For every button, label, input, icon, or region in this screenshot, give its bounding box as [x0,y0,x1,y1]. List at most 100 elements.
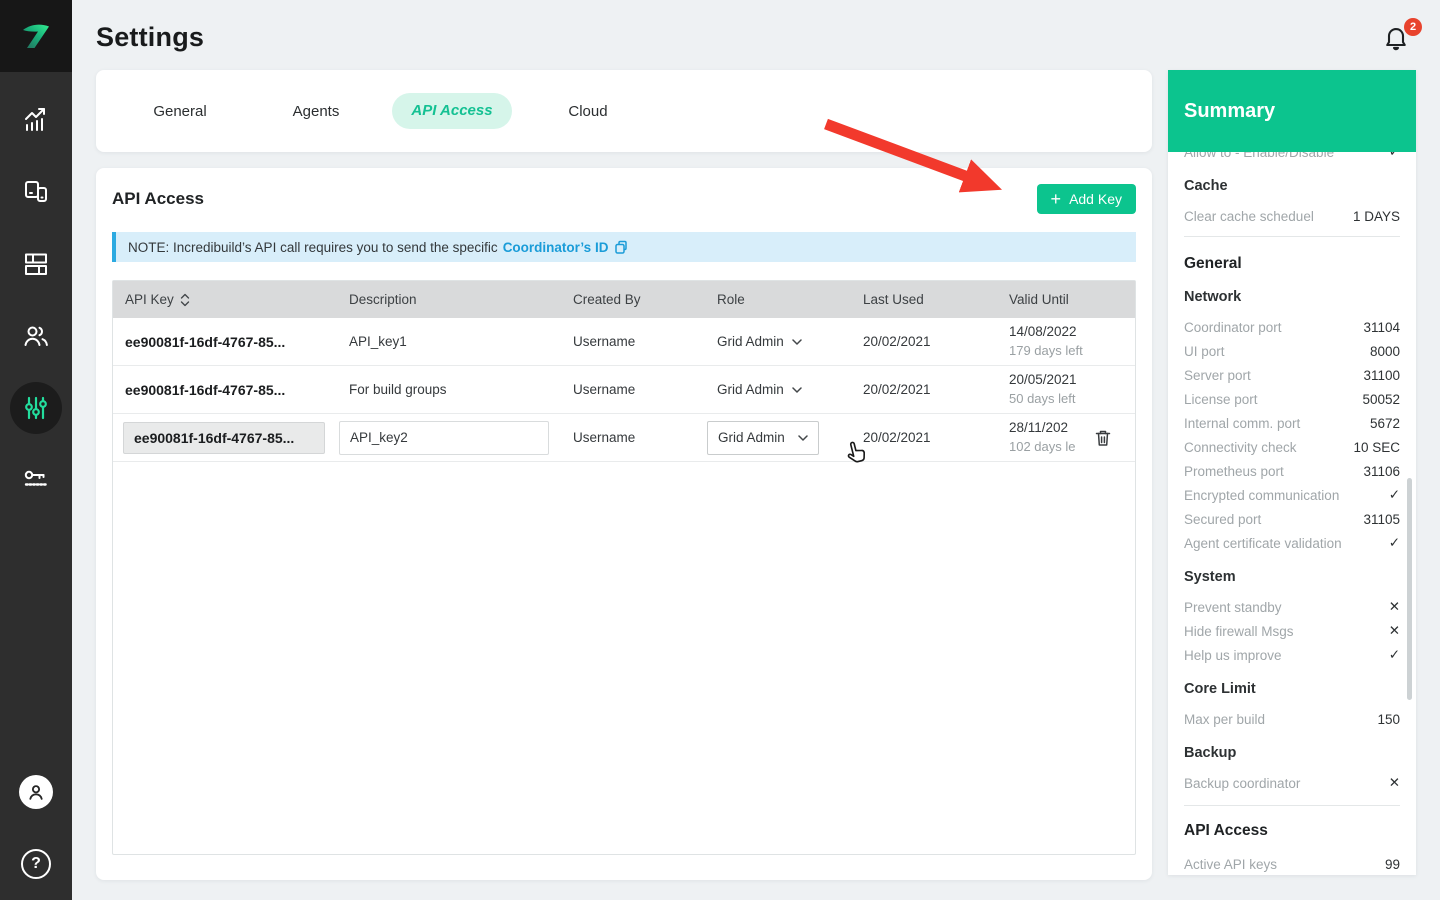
col-header-api-key: API Key [125,292,174,307]
coordinator-id-link[interactable]: Coordinator’s ID [503,240,609,255]
days-left: 50 days left [1009,390,1123,409]
summary-row: UI port8000 [1168,339,1416,363]
summary-row: Server port31100 [1168,363,1416,387]
sidebar-item-profile[interactable] [0,756,72,828]
summary-section-system: System [1168,569,1416,585]
cross-icon: ✕ [1389,775,1400,791]
role-dropdown[interactable]: Grid Admin [717,382,863,397]
chevron-down-icon [792,339,802,345]
cross-icon: ✕ [1389,623,1400,639]
col-header-valid-until: Valid Until [1009,292,1123,307]
add-key-button[interactable]: + Add Key [1037,184,1136,214]
last-used-value: 20/02/2021 [863,334,1009,349]
last-used-value: 20/02/2021 [863,382,1009,397]
chevron-down-icon [792,387,802,393]
sidebar-item-agents[interactable] [0,156,72,228]
page-title: Settings [96,22,204,53]
note-banner: NOTE: Incredibuild’s API call requires y… [112,232,1136,262]
last-used-value: 20/02/2021 [863,430,1009,445]
plus-icon: + [1051,190,1062,208]
summary-row: Agent certificate validation✓ [1168,531,1416,555]
sidebar-item-settings[interactable] [0,372,72,444]
divider [1184,236,1400,237]
table-row-editing: ee90081f-16df-4767-85... Username Grid A… [113,414,1135,462]
settings-sliders-icon [22,394,50,422]
check-icon: ✓ [1389,647,1400,663]
sidebar-item-analytics[interactable] [0,84,72,156]
summary-section-network: Network [1168,289,1416,305]
summary-row: Prevent standby✕ [1168,595,1416,619]
trash-icon [1093,428,1113,448]
valid-until-cell: 14/08/2022 179 days left [1009,322,1123,360]
summary-row: Hide firewall Msgs✕ [1168,619,1416,643]
summary-title: Summary [1184,100,1275,123]
description-value: For build groups [349,382,573,397]
sidebar-item-help[interactable] [0,828,72,900]
col-header-created-by: Created By [573,292,717,307]
summary-row: Connectivity check10 SEC [1168,435,1416,459]
cross-icon: ✕ [1389,599,1400,615]
valid-until-cell: 20/05/2021 50 days left [1009,370,1123,408]
table-header-row: API Key Description Created By Role Last… [113,281,1135,318]
user-avatar-icon [19,775,53,809]
scrolled-summary-row: Allow to - Enable/Disable ✓ [1168,152,1416,164]
sidebar-item-users[interactable] [0,300,72,372]
summary-section-api-access: API Access [1168,822,1416,840]
check-icon: ✓ [1389,535,1400,551]
tab-api-access[interactable]: API Access [392,93,512,129]
divider [1184,805,1400,806]
summary-row: Help us improve✓ [1168,643,1416,667]
table-row: ee90081f-16df-4767-85... For build group… [113,366,1135,414]
copy-icon[interactable] [613,239,629,255]
days-left: 179 days left [1009,342,1123,361]
summary-row: Clear cache scheduel 1 DAYS [1168,204,1416,228]
description-input[interactable] [339,421,549,455]
sidebar-item-projects[interactable] [0,228,72,300]
sort-icon[interactable] [180,293,190,307]
summary-header: Summary [1168,70,1416,152]
sidebar-item-license[interactable] [0,444,72,516]
role-dropdown[interactable]: Grid Admin [717,334,863,349]
users-icon [22,322,50,350]
sidebar-footer [0,756,72,900]
summary-row: Encrypted communication✓ [1168,483,1416,507]
summary-section-general: General [1168,255,1416,273]
summary-section-core-limit: Core Limit [1168,681,1416,697]
table-row: ee90081f-16df-4767-85... API_key1 Userna… [113,318,1135,366]
created-by-value: Username [573,382,717,397]
summary-section-cache: Cache [1168,178,1416,194]
col-header-last-used: Last Used [863,292,1009,307]
summary-row: License port50052 [1168,387,1416,411]
api-access-panel: API Access + Add Key NOTE: Incredibuild’… [96,168,1152,880]
notification-badge: 2 [1404,18,1422,36]
summary-row: Coordinator port31104 [1168,315,1416,339]
chevron-down-icon [798,435,808,441]
projects-icon [22,250,50,278]
license-key-icon [22,466,50,494]
sidebar-nav [0,84,72,516]
description-value: API_key1 [349,334,573,349]
summary-row: Internal comm. port5672 [1168,411,1416,435]
summary-scrollbar[interactable] [1407,478,1412,700]
summary-row: Secured port31105 [1168,507,1416,531]
panel-title: API Access [112,189,204,209]
settings-tabs: General Agents API Access Cloud [96,70,1152,152]
notifications-button[interactable]: 2 [1382,24,1418,60]
sidebar [0,0,72,900]
agents-icon [22,178,50,206]
created-by-value: Username [573,430,717,445]
summary-row: Max per build150 [1168,707,1416,731]
incredibuild-logo-icon[interactable] [0,0,72,72]
help-icon [21,849,51,879]
col-header-description: Description [349,292,573,307]
tab-cloud[interactable]: Cloud [520,103,656,120]
tab-general[interactable]: General [112,103,248,120]
tab-agents[interactable]: Agents [248,103,384,120]
api-key-value: ee90081f-16df-4767-85... [125,382,349,398]
role-select[interactable]: Grid Admin [707,421,819,455]
summary-panel: Summary Allow to - Enable/Disable ✓ Cach… [1168,70,1416,875]
delete-key-button[interactable] [1093,428,1113,448]
summary-row: Active API keys99 [1168,852,1416,876]
summary-row: Backup coordinator✕ [1168,771,1416,795]
summary-section-backup: Backup [1168,745,1416,761]
